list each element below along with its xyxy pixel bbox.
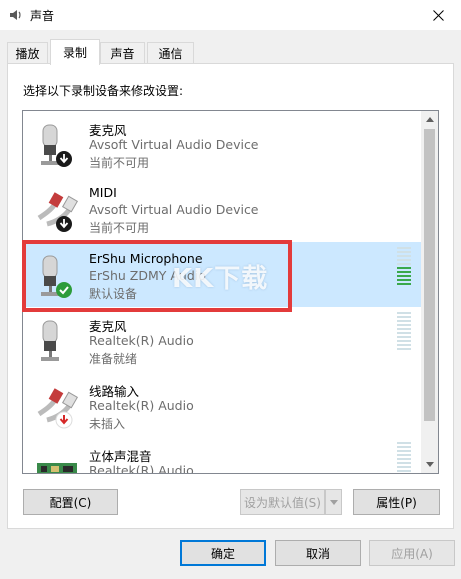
device-item[interactable]: 立体声混音 Realtek(R) Audio: [23, 437, 421, 474]
window-title: 声音: [30, 9, 55, 23]
vertical-scrollbar[interactable]: [421, 111, 438, 473]
scrollbar-thumb[interactable]: [424, 129, 435, 421]
chevron-down-icon: [329, 499, 338, 505]
set-default-dropdown[interactable]: [325, 489, 342, 515]
level-meter: [397, 442, 411, 473]
set-default-button[interactable]: 设为默认值(S): [240, 489, 325, 515]
device-description: Avsoft Virtual Audio Device: [89, 137, 259, 152]
cancel-button[interactable]: 取消: [275, 540, 361, 566]
apply-button[interactable]: 应用(A): [369, 540, 455, 566]
chevron-up-icon: [425, 117, 434, 122]
device-status: 未插入: [89, 417, 126, 431]
device-description: Realtek(R) Audio: [89, 333, 194, 348]
device-name: MIDI: [89, 185, 117, 200]
scroll-up-button[interactable]: [421, 111, 438, 128]
speaker-icon: [10, 10, 21, 20]
tab-playback[interactable]: 播放: [7, 42, 48, 64]
microphone-icon: [41, 255, 72, 298]
device-item[interactable]: MIDI Avsoft Virtual Audio Device 当前不可用: [23, 176, 421, 241]
instruction-text: 选择以下录制设备来修改设置:: [23, 84, 184, 98]
recording-panel: 选择以下录制设备来修改设置: 麦克风 Avsoft Virtual Audio …: [7, 63, 454, 529]
device-status: 当前不可用: [89, 221, 150, 235]
level-meter: [397, 247, 411, 289]
sound-card-icon: [37, 463, 77, 473]
device-item[interactable]: 线路输入 Realtek(R) Audio 未插入: [23, 372, 421, 437]
microphone-icon: [41, 320, 59, 361]
title-bar: 声音: [0, 0, 461, 30]
device-description: Realtek(R) Audio: [89, 463, 194, 474]
properties-button[interactable]: 属性(P): [353, 489, 440, 515]
ok-button[interactable]: 确定: [180, 540, 266, 566]
device-description: Realtek(R) Audio: [89, 398, 194, 413]
midi-cable-icon: [37, 192, 79, 232]
chevron-down-icon: [425, 462, 434, 467]
device-item[interactable]: 麦克风 Avsoft Virtual Audio Device 当前不可用: [23, 111, 421, 176]
device-status: 当前不可用: [89, 156, 150, 170]
tab-recording[interactable]: 录制: [50, 39, 100, 65]
level-meter: [397, 312, 411, 354]
device-status: 默认设备: [89, 287, 138, 301]
close-button[interactable]: [415, 0, 461, 30]
device-description: Avsoft Virtual Audio Device: [89, 202, 259, 217]
tab-strip: 播放 录制 声音 通信: [7, 39, 457, 65]
tab-sounds[interactable]: 声音: [100, 42, 145, 64]
tab-communications[interactable]: 通信: [147, 42, 194, 64]
scroll-down-button[interactable]: [421, 456, 438, 473]
device-status: 准备就绪: [89, 352, 138, 366]
configure-button[interactable]: 配置(C): [23, 489, 118, 515]
device-item[interactable]: 麦克风 Realtek(R) Audio 准备就绪: [23, 307, 421, 372]
watermark: KK下载: [172, 264, 269, 294]
line-in-cable-icon: [37, 388, 79, 429]
microphone-icon: [41, 124, 72, 167]
close-icon: [432, 9, 444, 21]
